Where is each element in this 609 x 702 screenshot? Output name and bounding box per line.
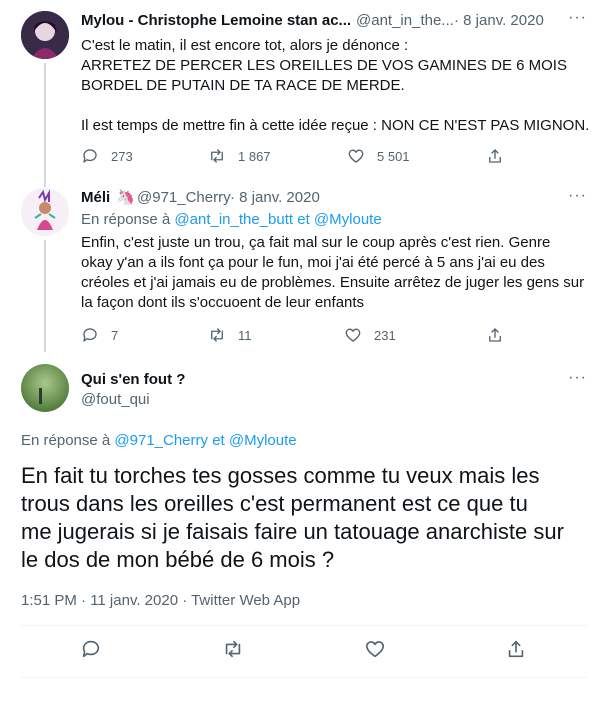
share-icon [489,328,501,342]
like-count: 231 [374,327,396,343]
tweet-2-more-icon[interactable]: ··· [568,187,587,205]
thread-line-2 [44,240,46,352]
tweet-3-more-icon[interactable]: ··· [568,369,587,387]
tweet-2-author-name[interactable]: Méli [81,189,110,206]
tweet-3-share-button[interactable] [505,638,527,660]
tweet-1-retweet-button[interactable]: 1 867 [208,147,271,165]
retweet-icon [225,640,241,658]
share-icon [489,149,501,163]
tweet-1-line: BORDEL DE PUTAIN DE TA RACE DE MERDE. [81,77,405,94]
reply-count: 7 [111,327,119,343]
tweet-2-text: Enfin, c'est juste un trou, ça fait mal … [81,233,601,313]
tweet-2-line: Enfin, c'est juste un trou, ça fait mal … [81,234,551,251]
tweet-2-reply-context: En réponse à @ant_in_the_butt et @Mylout… [81,211,382,228]
retweet-count: 11 [238,327,252,343]
tweet-3-timestamp[interactable]: 1:51 PM · 11 janv. 2020 · Twitter Web Ap… [21,592,300,609]
like-count: 5 501 [377,148,410,164]
avatar-fout-qui[interactable] [21,364,69,412]
retweet-icon [211,149,223,163]
tweet-3-line: En fait tu torches tes gosses comme tu v… [21,463,540,488]
unicorn-emoji-icon: 🦄 [116,189,135,206]
tweet-1-line: ARRETEZ DE PERCER LES OREILLES DE VOS GA… [81,57,567,74]
tweet-2-handle[interactable]: @971_Cherry [137,189,231,206]
retweet-icon [211,328,223,342]
reply-icon [83,328,97,342]
reply-prefix: En réponse à [81,211,171,228]
reply-prefix: En réponse à [21,432,111,449]
heart-icon [365,641,385,658]
tweet-3-reply-context: En réponse à @971_Cherry et @Myloute [21,432,297,449]
avatar-meli[interactable] [21,188,69,236]
thread-line-1 [44,63,46,187]
heart-icon [348,149,364,163]
tweet-1-line: C'est le matin, il est encore tot, alors… [81,37,409,54]
tweet-3-author-name[interactable]: Qui s'en fout ? [81,371,185,388]
tweet-3-line: le dos de mon bébé de 6 mois ? [21,547,335,572]
tweet-1-author-name[interactable]: Mylou - Christophe Lemoine stan ac... [81,12,351,29]
tweet-2-reply-button[interactable]: 7 [81,326,118,344]
tweet-2-date[interactable]: · 8 janv. 2020 [230,189,320,206]
tweet-2-retweet-button[interactable]: 11 [208,326,252,344]
mention-link[interactable]: @971_Cherry [114,432,208,449]
divider-top [21,625,587,626]
tweet-3-handle[interactable]: @fout_qui [81,391,150,408]
tweet-3-line: trous dans les oreilles c'est permanent … [21,491,528,516]
tweet-1-line [81,96,601,116]
tweet-2-line: créoles et j'ai jamais eu de problèmes. … [81,274,585,291]
share-icon [508,640,524,658]
mention-link[interactable]: @Myloute [229,432,297,449]
reply-icon [83,149,97,163]
tweet-1-more-icon[interactable]: ··· [568,9,587,27]
reply-and: et [297,211,310,228]
tweet-3-like-button[interactable] [364,638,386,660]
tweet-3-retweet-button[interactable] [222,638,244,660]
tweet-1-handle[interactable]: @ant_in_the... [356,12,454,29]
reply-count: 273 [111,148,133,164]
reply-icon [82,640,100,658]
tweet-1-date[interactable]: · 8 janv. 2020 [454,12,544,29]
retweet-count: 1 867 [238,148,271,164]
reply-and: et [212,432,225,449]
tweet-2-like-button[interactable]: 231 [344,326,396,344]
tweet-2-share-button[interactable] [486,326,504,344]
tweet-1-share-button[interactable] [486,147,504,165]
mention-link[interactable]: @ant_in_the_butt [174,211,293,228]
tweet-3-line: me jugerais si je faisais faire un tatou… [21,519,564,544]
heart-icon [345,328,361,342]
tweet-2-line: la façon dont ils s'occuoent de leur enf… [81,294,365,311]
tweet-1-reply-button[interactable]: 273 [81,147,133,165]
tweet-2-line: okay y'an a ils font ça pour le fun, moi… [81,254,545,271]
tweet-3-reply-button[interactable] [80,638,102,660]
avatar-mylou[interactable] [21,11,69,59]
mention-link[interactable]: @Myloute [314,211,382,228]
tweet-1-text: C'est le matin, il est encore tot, alors… [81,36,601,136]
tweet-1-line: Il est temps de mettre fin à cette idée … [81,117,590,134]
divider-bottom [21,677,587,678]
tweet-3-text: En fait tu torches tes gosses comme tu v… [21,462,601,574]
tweet-1-like-button[interactable]: 5 501 [347,147,410,165]
